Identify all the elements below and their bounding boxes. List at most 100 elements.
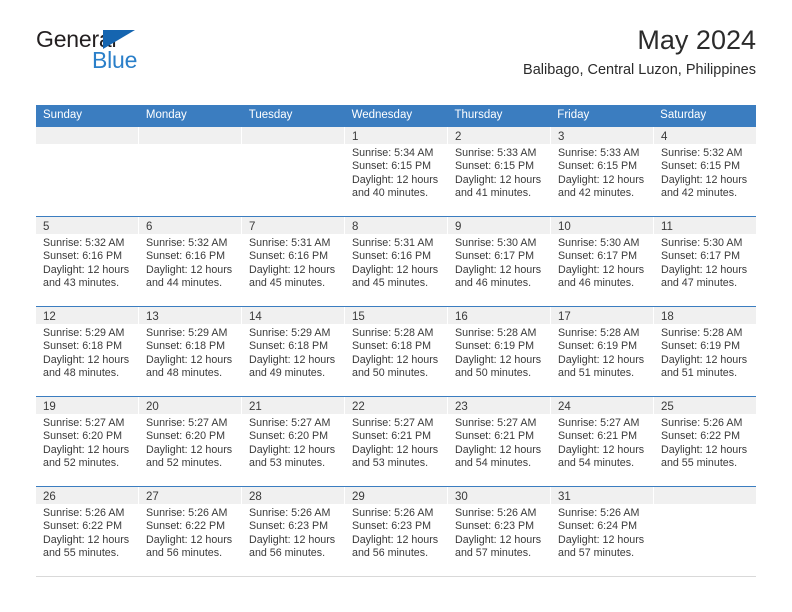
calendar-day-cell[interactable]: 24 Sunrise: 5:27 AM Sunset: 6:21 PM Dayligh…	[551, 397, 654, 486]
day-details: Sunrise: 5:31 AM Sunset: 6:16 PM Daylight:…	[242, 234, 344, 291]
calendar-day-cell[interactable]: 28 Sunrise: 5:26 AM Sunset: 6:23 PM Dayligh…	[242, 487, 345, 576]
day-number: 31	[558, 491, 571, 503]
daylight-text-line1: Daylight: 12 hours	[558, 353, 645, 366]
calendar-day-cell[interactable]: 8 Sunrise: 5:31 AM Sunset: 6:16 PM Daylight…	[345, 217, 448, 306]
page-header: General Blue May 2024 Balibago, Central …	[36, 0, 756, 78]
sunset-text: Sunset: 6:18 PM	[352, 340, 432, 353]
sunrise-text: Sunrise: 5:32 AM	[43, 237, 125, 249]
daylight-text-line2: and 46 minutes.	[558, 277, 635, 290]
calendar-day-cell[interactable]: 22 Sunrise: 5:27 AM Sunset: 6:21 PM Dayligh…	[345, 397, 448, 486]
sunrise-text: Sunrise: 5:33 AM	[455, 147, 537, 159]
day-number: 12	[43, 311, 56, 323]
day-number: 21	[249, 401, 262, 413]
calendar-day-cell[interactable]: 23 Sunrise: 5:27 AM Sunset: 6:21 PM Dayligh…	[448, 397, 551, 486]
calendar-page: General Blue May 2024 Balibago, Central …	[0, 0, 792, 612]
page-title: May 2024	[637, 25, 756, 55]
daylight-text-line1: Daylight: 12 hours	[455, 443, 542, 456]
daylight-text-line1: Daylight: 12 hours	[352, 533, 439, 546]
calendar-day-cell[interactable]: 5 Sunrise: 5:32 AM Sunset: 6:16 PM Daylight…	[36, 217, 139, 306]
calendar-day-cell[interactable]: 2 Sunrise: 5:33 AM Sunset: 6:15 PM Daylight…	[448, 127, 551, 216]
day-details: Sunrise: 5:27 AM Sunset: 6:20 PM Daylight:…	[139, 414, 241, 471]
sunrise-text: Sunrise: 5:29 AM	[43, 327, 125, 339]
daylight-text-line1: Daylight: 12 hours	[43, 533, 130, 546]
sunset-text: Sunset: 6:20 PM	[43, 430, 123, 443]
daylight-text-line1: Daylight: 12 hours	[249, 353, 336, 366]
calendar-day-cell[interactable]: 16 Sunrise: 5:28 AM Sunset: 6:19 PM Dayligh…	[448, 307, 551, 396]
calendar-day-cell[interactable]: 10 Sunrise: 5:30 AM Sunset: 6:17 PM Dayligh…	[551, 217, 654, 306]
day-number-band: 31	[551, 487, 653, 504]
day-number: 3	[558, 131, 565, 143]
calendar-day-cell[interactable]: 17 Sunrise: 5:28 AM Sunset: 6:19 PM Dayligh…	[551, 307, 654, 396]
daylight-text-line1: Daylight: 12 hours	[455, 173, 542, 186]
calendar-day-cell[interactable]: 13 Sunrise: 5:29 AM Sunset: 6:18 PM Dayligh…	[139, 307, 242, 396]
daylight-text-line1: Daylight: 12 hours	[43, 263, 130, 276]
calendar-day-cell[interactable]: 26 Sunrise: 5:26 AM Sunset: 6:22 PM Dayligh…	[36, 487, 139, 576]
day-of-week-header: Sunday Monday Tuesday Wednesday Thursday Frid…	[36, 105, 756, 126]
day-number: 6	[146, 221, 153, 233]
calendar-day-cell[interactable]: 6 Sunrise: 5:32 AM Sunset: 6:16 PM Daylight…	[139, 217, 242, 306]
day-of-week-sunday: Sunday	[43, 109, 83, 121]
daylight-text-line2: and 55 minutes.	[661, 457, 738, 470]
daylight-text-line2: and 53 minutes.	[352, 457, 429, 470]
daylight-text-line2: and 51 minutes.	[661, 367, 738, 380]
day-details: Sunrise: 5:33 AM Sunset: 6:15 PM Daylight:…	[551, 144, 653, 201]
daylight-text-line2: and 49 minutes.	[249, 367, 326, 380]
day-number-band: 26	[36, 487, 138, 504]
calendar-day-cell[interactable]: 25 Sunrise: 5:26 AM Sunset: 6:22 PM Dayligh…	[654, 397, 756, 486]
calendar-day-cell[interactable]: 7 Sunrise: 5:31 AM Sunset: 6:16 PM Daylight…	[242, 217, 345, 306]
sunset-text: Sunset: 6:24 PM	[558, 520, 638, 533]
daylight-text-line2: and 41 minutes.	[455, 187, 532, 200]
daylight-text-line1: Daylight: 12 hours	[558, 533, 645, 546]
calendar-day-cell[interactable]: 21 Sunrise: 5:27 AM Sunset: 6:20 PM Dayligh…	[242, 397, 345, 486]
calendar-day-cell[interactable]: 14 Sunrise: 5:29 AM Sunset: 6:18 PM Dayligh…	[242, 307, 345, 396]
calendar-day-cell[interactable]: 3 Sunrise: 5:33 AM Sunset: 6:15 PM Daylight…	[551, 127, 654, 216]
calendar-day-cell[interactable]: 31 Sunrise: 5:26 AM Sunset: 6:24 PM Dayligh…	[551, 487, 654, 576]
day-number-band: 8	[345, 217, 447, 234]
day-number: 13	[146, 311, 159, 323]
sunrise-text: Sunrise: 5:32 AM	[661, 147, 743, 159]
calendar-day-cell[interactable]: 29 Sunrise: 5:26 AM Sunset: 6:23 PM Dayligh…	[345, 487, 448, 576]
calendar-day-cell[interactable]: 30 Sunrise: 5:26 AM Sunset: 6:23 PM Dayligh…	[448, 487, 551, 576]
day-number: 7	[249, 221, 256, 233]
day-number-band: 17	[551, 307, 653, 324]
calendar-day-cell[interactable]: 15 Sunrise: 5:28 AM Sunset: 6:18 PM Dayligh…	[345, 307, 448, 396]
calendar-day-cell[interactable]: 18 Sunrise: 5:28 AM Sunset: 6:19 PM Dayligh…	[654, 307, 756, 396]
calendar-day-cell[interactable]: 19 Sunrise: 5:27 AM Sunset: 6:20 PM Dayligh…	[36, 397, 139, 486]
sunrise-text: Sunrise: 5:32 AM	[146, 237, 228, 249]
calendar-grid: Sunday Monday Tuesday Wednesday Thursday Frid…	[36, 105, 756, 577]
brand-logo[interactable]: General Blue	[36, 26, 266, 76]
day-details: Sunrise: 5:31 AM Sunset: 6:16 PM Daylight:…	[345, 234, 447, 291]
calendar-day-cell[interactable]: 20 Sunrise: 5:27 AM Sunset: 6:20 PM Dayligh…	[139, 397, 242, 486]
sunset-text: Sunset: 6:17 PM	[558, 250, 638, 263]
day-number-band: 29	[345, 487, 447, 504]
sunrise-text: Sunrise: 5:30 AM	[455, 237, 537, 249]
day-number-band: 12	[36, 307, 138, 324]
day-details: Sunrise: 5:28 AM Sunset: 6:18 PM Daylight:…	[345, 324, 447, 381]
sunrise-text: Sunrise: 5:27 AM	[455, 417, 537, 429]
sunrise-text: Sunrise: 5:26 AM	[455, 507, 537, 519]
daylight-text-line1: Daylight: 12 hours	[558, 443, 645, 456]
day-number-band: 7	[242, 217, 344, 234]
sunrise-text: Sunrise: 5:27 AM	[352, 417, 434, 429]
day-details: Sunrise: 5:28 AM Sunset: 6:19 PM Daylight:…	[448, 324, 550, 381]
calendar-day-cell[interactable]: 12 Sunrise: 5:29 AM Sunset: 6:18 PM Dayligh…	[36, 307, 139, 396]
calendar-day-cell[interactable]: 4 Sunrise: 5:32 AM Sunset: 6:15 PM Daylight…	[654, 127, 756, 216]
daylight-text-line2: and 54 minutes.	[455, 457, 532, 470]
sunrise-text: Sunrise: 5:30 AM	[661, 237, 743, 249]
sunrise-text: Sunrise: 5:28 AM	[661, 327, 743, 339]
sunset-text: Sunset: 6:23 PM	[352, 520, 432, 533]
calendar-week-row: 5 Sunrise: 5:32 AM Sunset: 6:16 PM Daylight…	[36, 216, 756, 306]
day-details: Sunrise: 5:27 AM Sunset: 6:20 PM Daylight:…	[36, 414, 138, 471]
calendar-day-cell[interactable]: 11 Sunrise: 5:30 AM Sunset: 6:17 PM Dayligh…	[654, 217, 756, 306]
calendar-day-cell[interactable]: 27 Sunrise: 5:26 AM Sunset: 6:22 PM Dayligh…	[139, 487, 242, 576]
daylight-text-line2: and 42 minutes.	[558, 187, 635, 200]
sunset-text: Sunset: 6:22 PM	[661, 430, 741, 443]
calendar-day-cell[interactable]: 1 Sunrise: 5:34 AM Sunset: 6:15 PM Daylight…	[345, 127, 448, 216]
sunset-text: Sunset: 6:17 PM	[455, 250, 535, 263]
day-number: 8	[352, 221, 359, 233]
day-number: 17	[558, 311, 571, 323]
calendar-day-cell[interactable]: 9 Sunrise: 5:30 AM Sunset: 6:17 PM Daylight…	[448, 217, 551, 306]
daylight-text-line2: and 57 minutes.	[558, 547, 635, 560]
sunrise-text: Sunrise: 5:26 AM	[43, 507, 125, 519]
day-number-band: 3	[551, 127, 653, 144]
